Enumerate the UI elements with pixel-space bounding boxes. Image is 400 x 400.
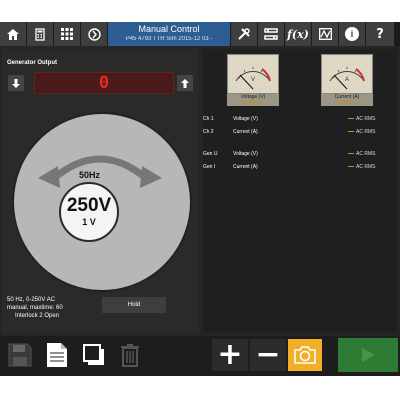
channel-name: Ch 1	[203, 116, 214, 122]
seven-segment-display: 0	[34, 72, 174, 94]
power-button[interactable]	[81, 22, 107, 46]
help-button[interactable]: ?	[366, 22, 394, 46]
trash-icon	[121, 344, 139, 367]
calculator-button[interactable]	[27, 22, 53, 46]
info-line: manual, maxtime: 60	[7, 305, 63, 311]
function-icon: f(x)	[287, 27, 309, 41]
play-icon	[362, 348, 375, 362]
voltage-setting: 1 V	[82, 217, 96, 227]
home-icon	[7, 28, 19, 40]
info-line: Interlock 2 Open	[15, 313, 60, 319]
frequency-label: 50Hz	[79, 170, 101, 180]
arrow-down-icon	[12, 78, 20, 88]
meter-face: A	[321, 54, 373, 94]
info-glyph: i	[350, 29, 354, 39]
settings-list-button[interactable]	[258, 22, 284, 46]
function-button[interactable]: f(x)	[285, 22, 311, 46]
generator-title: Generator Output	[7, 60, 58, 66]
home-button[interactable]	[0, 22, 26, 46]
copy-button[interactable]	[80, 339, 108, 371]
waveform-icon	[318, 28, 332, 40]
info-line: 50 Hz, 0-250V AC	[7, 297, 56, 303]
channel-name: Gen I	[203, 164, 216, 170]
channel-quantity: Current (A)	[233, 129, 258, 135]
copy-icon	[83, 344, 104, 365]
channel-mode: AC RMS	[348, 116, 393, 122]
channel-mode: AC RMS	[348, 129, 393, 135]
gauge-icon	[329, 67, 365, 90]
add-button[interactable]: +	[212, 339, 248, 371]
help-icon: ?	[376, 26, 384, 42]
display-value: 0	[98, 73, 110, 93]
camera-button[interactable]	[288, 339, 322, 371]
meter-unit: A	[345, 77, 350, 83]
channel-name: Gen U	[203, 151, 218, 157]
waveform-button[interactable]	[312, 22, 338, 46]
current-meter: A Current (A) 0.0000 A	[321, 54, 373, 106]
camera-icon	[294, 346, 316, 364]
meter-value: 0.0000 V	[242, 100, 264, 106]
arrow-up-icon	[181, 78, 189, 88]
meter-label: Voltage (V) 0.0000 V	[227, 94, 279, 106]
play-button[interactable]	[338, 338, 398, 372]
app-window: Manual Control P45 4793 TTR Sim 2015-12 …	[0, 22, 400, 376]
channel-mode: AC RMS	[348, 164, 393, 170]
voltage-value: 250V	[66, 195, 112, 216]
document-button[interactable]	[42, 339, 72, 371]
grid-button[interactable]	[54, 22, 80, 46]
window-title-bar: Manual Control P45 4793 TTR Sim 2015-12 …	[108, 22, 230, 46]
plus-icon: +	[217, 337, 243, 372]
settings-list-icon	[264, 28, 278, 40]
save-button[interactable]	[4, 339, 36, 371]
meters-panel: V Voltage (V) 0.0000 V A Current (A) 0.0…	[203, 49, 397, 333]
action-bar: + −	[0, 336, 400, 376]
meter-label: Current (A) 0.0000 A	[321, 94, 373, 106]
page-title: Manual Control	[138, 24, 200, 34]
tools-icon	[238, 28, 250, 40]
grid-icon	[61, 28, 73, 40]
page-subtitle: P45 4793 TTR Sim 2015-12 03 -	[125, 36, 213, 42]
channel-quantity: Voltage (V)	[233, 151, 258, 157]
voltage-knob[interactable]: 50Hz 250V 1 V	[12, 112, 192, 292]
hold-button[interactable]: Hold	[102, 297, 166, 313]
generator-info: 50 Hz, 0-250V AC manual, maxtime: 60 Int…	[7, 296, 63, 320]
calculator-icon	[35, 27, 45, 41]
increase-button[interactable]	[177, 75, 193, 91]
decrease-button[interactable]	[8, 75, 24, 91]
voltage-readout: 250V 1 V	[59, 182, 119, 242]
voltage-meter: V Voltage (V) 0.0000 V	[227, 54, 279, 106]
document-icon	[47, 343, 67, 367]
meter-value: 0.0000 A	[337, 100, 357, 106]
delete-button[interactable]	[116, 339, 144, 371]
channel-name: Ch 2	[203, 129, 214, 135]
power-icon	[87, 27, 101, 41]
info-button[interactable]: i	[339, 22, 365, 46]
meter-face: V	[227, 54, 279, 94]
gauge-icon	[235, 67, 271, 90]
minus-icon: −	[255, 337, 281, 372]
meter-unit: V	[251, 77, 256, 83]
subtract-button[interactable]: −	[250, 339, 286, 371]
info-icon: i	[345, 27, 359, 41]
toolbar: Manual Control P45 4793 TTR Sim 2015-12 …	[0, 22, 400, 46]
channel-quantity: Voltage (V)	[233, 116, 258, 122]
channel-mode: AC RMS	[348, 151, 393, 157]
save-icon	[8, 343, 32, 367]
channel-quantity: Current (A)	[233, 164, 258, 170]
generator-panel: Generator Output 0 50Hz 250V 1 V 50 Hz, …	[2, 49, 199, 333]
tools-button[interactable]	[231, 22, 257, 46]
